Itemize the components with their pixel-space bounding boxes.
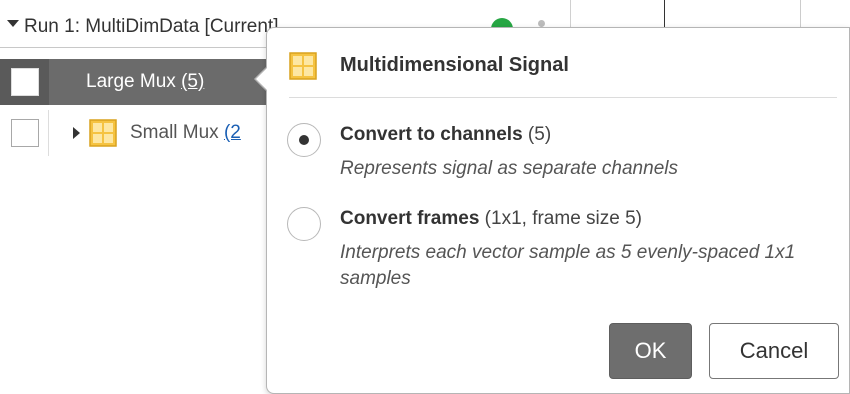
checkbox-column [0, 59, 49, 105]
popup-pointer-fill [256, 67, 268, 91]
checkbox-column [0, 110, 49, 156]
divider [289, 97, 837, 98]
option-title: Convert to channels (5) [340, 124, 551, 146]
signal-name: Large Mux [86, 71, 176, 92]
expand-caret-icon[interactable] [73, 127, 80, 139]
signal-checkbox[interactable] [11, 119, 39, 147]
cancel-button[interactable]: Cancel [709, 323, 839, 379]
multidimensional-grid-icon [289, 52, 317, 85]
signal-dimension-link[interactable]: (2 [224, 122, 241, 143]
multidimensional-grid-icon [89, 119, 117, 152]
option-description: Represents signal as separate channels [340, 158, 678, 179]
collapse-caret-icon[interactable] [7, 20, 19, 27]
option-detail: (1x1, frame size 5) [479, 208, 642, 229]
run-label: Run 1: MultiDimData [Current] [24, 16, 279, 37]
option-description: Interprets each vector sample as 5 evenl… [340, 242, 796, 289]
run-options-icon[interactable] [538, 20, 545, 27]
signal-checkbox[interactable] [11, 68, 39, 96]
option-label: Convert frames [340, 208, 480, 229]
popup-title: Multidimensional Signal [340, 54, 569, 76]
option-detail: (5) [522, 124, 552, 145]
multidimensional-signal-popup: Multidimensional Signal Convert to chann… [266, 27, 850, 394]
signal-label: Large Mux (5) [86, 71, 204, 93]
ok-button[interactable]: OK [609, 323, 692, 379]
signal-dimension-link[interactable]: (5) [181, 71, 204, 92]
radio-button-convert-to-channels[interactable] [287, 123, 321, 157]
signal-name: Small Mux [130, 122, 219, 143]
signal-label: Small Mux (2 [130, 122, 241, 144]
radio-button-convert-frames[interactable] [287, 207, 321, 241]
option-title: Convert frames (1x1, frame size 5) [340, 208, 642, 230]
option-label: Convert to channels [340, 124, 523, 145]
